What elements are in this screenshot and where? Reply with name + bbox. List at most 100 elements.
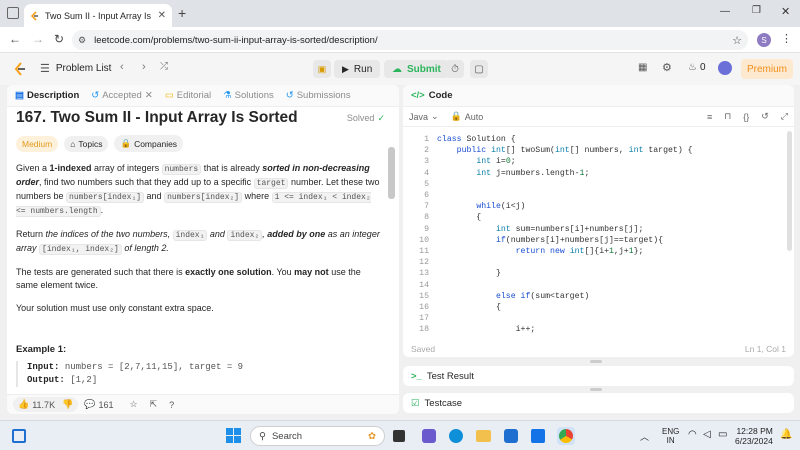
problem-list-button[interactable]: ☰ Problem List (40, 62, 111, 75)
fullscreen-icon[interactable]: ⤢ (781, 111, 788, 122)
solved-status: Solved ✓ (347, 113, 385, 124)
code-line: int j=numbers.length-1; (476, 168, 590, 178)
text: . (100, 205, 104, 215)
browser-menu-icon[interactable]: ⋮ (781, 32, 792, 45)
language-select[interactable]: Java ⌄ (409, 111, 439, 122)
code-line: i++; (437, 325, 536, 335)
run-button[interactable]: ▶ Run (334, 60, 381, 78)
address-bar[interactable]: ⚙ leetcode.com/problems/two-sum-ii-input… (72, 30, 748, 50)
testcase-panel[interactable]: ☑ Testcase (403, 393, 794, 413)
chrome-icon[interactable] (559, 429, 573, 443)
topics-button[interactable]: ⌂ Topics (64, 135, 109, 152)
battery-icon[interactable]: ▭ (718, 429, 727, 440)
tab-title: Two Sum II - Input Array Is Sort (45, 10, 153, 21)
history-icon: ↺ (91, 90, 100, 101)
layout-icon[interactable]: ▦ (638, 62, 647, 73)
store-icon[interactable] (504, 429, 518, 443)
forward-icon[interactable]: → (32, 32, 44, 46)
test-result-panel[interactable]: >_ Test Result (403, 366, 794, 386)
text-italic: the indices of the two numbers, (45, 229, 173, 239)
thumbs-up-icon: 👍 (18, 399, 30, 409)
profile-avatar[interactable]: S (757, 33, 771, 47)
help-icon[interactable]: ? (169, 400, 174, 410)
line-number: 13 (419, 269, 429, 279)
widgets-icon[interactable] (12, 429, 26, 443)
line-number: 9 (424, 224, 429, 234)
tab-accepted[interactable]: ↺ Accepted ✕ (91, 90, 153, 101)
companies-button[interactable]: 🔒 Companies (114, 135, 184, 152)
minimize-icon[interactable]: — (720, 6, 730, 17)
share-icon[interactable]: ⇱ (150, 399, 158, 410)
language-indicator[interactable]: ENG IN (662, 427, 679, 445)
tab-close-icon[interactable]: ✕ (158, 10, 166, 21)
editor-toolbar: Java ⌄ 🔒 Auto ≡ ⊓ {} ↺ ⤢ (403, 107, 794, 127)
description-scrollbar[interactable] (388, 147, 395, 199)
back-icon[interactable]: ← (9, 32, 21, 46)
settings-gear-icon[interactable]: ⚙ (662, 61, 672, 74)
tab-description[interactable]: ▤ Description (15, 90, 79, 101)
test-result-label: Test Result (426, 370, 474, 382)
tab-solutions-label: Solutions (234, 90, 274, 101)
task-view-icon[interactable] (393, 430, 405, 442)
inline-code: numbers (161, 164, 202, 175)
tab-editorial[interactable]: ▭ Editorial (165, 90, 211, 101)
leetcode-logo-icon[interactable] (13, 62, 27, 76)
file-explorer-icon[interactable] (476, 430, 491, 442)
clock[interactable]: 12:28 PM 6/23/2024 (735, 426, 773, 446)
tab-submissions[interactable]: ↺ Submissions (286, 90, 351, 101)
close-tab-icon[interactable]: ✕ (145, 90, 153, 101)
site-info-icon[interactable]: ⚙ (78, 35, 86, 46)
tray-expand-icon[interactable]: ︿ (640, 430, 649, 443)
premium-button[interactable]: Premium (741, 59, 793, 79)
notes-icon[interactable]: ▢ (470, 60, 488, 78)
reload-icon[interactable]: ↻ (54, 32, 64, 46)
new-tab-icon[interactable]: + (178, 5, 186, 21)
book-icon: ▭ (164, 90, 174, 101)
browser-tab[interactable]: Two Sum II - Input Array Is Sort ✕ (24, 4, 172, 27)
problem-description-panel: ▤ Description ↺ Accepted ✕ ▭ Editorial ⚗… (7, 85, 399, 414)
text-bold: may not (294, 267, 329, 277)
comments-button[interactable]: 💬 161 (84, 399, 113, 410)
prev-problem-icon[interactable]: ‹ (120, 61, 124, 73)
bookmark-star-icon[interactable]: ☆ (732, 34, 742, 47)
notification-bell-icon[interactable]: 🔔 (780, 429, 792, 440)
debug-icon[interactable]: ▣ (313, 60, 331, 78)
tab-actions-icon[interactable] (7, 7, 19, 19)
favorite-star-icon[interactable]: ☆ (130, 399, 138, 410)
braces-icon[interactable]: {} (743, 112, 749, 122)
text-italic: of length 2. (121, 243, 169, 253)
code-editor-panel: </> Code Java ⌄ 🔒 Auto ≡ ⊓ {} ↺ ⤢ 1 class… (403, 85, 794, 357)
tab-description-label: Description (26, 90, 80, 101)
clock-date: 6/23/2024 (735, 436, 773, 446)
shuffle-icon[interactable]: ⤮ (160, 61, 168, 72)
code-area[interactable]: 1 class Solution {2 public int[] twoSum(i… (403, 131, 794, 335)
volume-icon[interactable]: ◁ (703, 429, 711, 440)
thumbs-down-icon[interactable]: 👎 (62, 399, 73, 410)
start-windows-icon[interactable] (226, 428, 241, 443)
close-window-icon[interactable]: ✕ (781, 5, 790, 18)
resize-handle[interactable] (590, 360, 602, 363)
restore-icon[interactable]: ❐ (752, 5, 761, 16)
edge-icon[interactable] (449, 429, 463, 443)
like-button[interactable]: 👍 11.7K 👎 (13, 397, 79, 412)
user-avatar[interactable] (718, 61, 732, 75)
next-problem-icon[interactable]: › (142, 61, 146, 73)
text: The tests are generated such that there … (16, 267, 186, 277)
taskbar-search[interactable]: ⚲ Search ✿ (250, 426, 385, 446)
timer-icon[interactable]: ⏱ (446, 60, 464, 78)
autocomplete-mode[interactable]: 🔒 Auto (451, 111, 484, 122)
wifi-icon[interactable]: ◠ (688, 429, 697, 440)
resize-handle[interactable] (590, 388, 602, 391)
bookmark-icon[interactable]: ⊓ (724, 111, 731, 122)
line-number: 17 (419, 314, 429, 324)
mail-icon[interactable] (531, 429, 545, 443)
code-line: while(i<j) (476, 202, 526, 212)
companies-label: Companies (134, 138, 178, 149)
tab-solutions[interactable]: ⚗ Solutions (223, 90, 274, 101)
submit-button[interactable]: ☁ Submit (384, 60, 449, 78)
teams-icon[interactable] (422, 429, 436, 443)
format-icon[interactable]: ≡ (707, 112, 712, 122)
streak-counter[interactable]: ♨ 0 (688, 62, 706, 73)
reset-icon[interactable]: ↺ (761, 111, 769, 122)
code-scrollbar[interactable] (787, 131, 792, 251)
